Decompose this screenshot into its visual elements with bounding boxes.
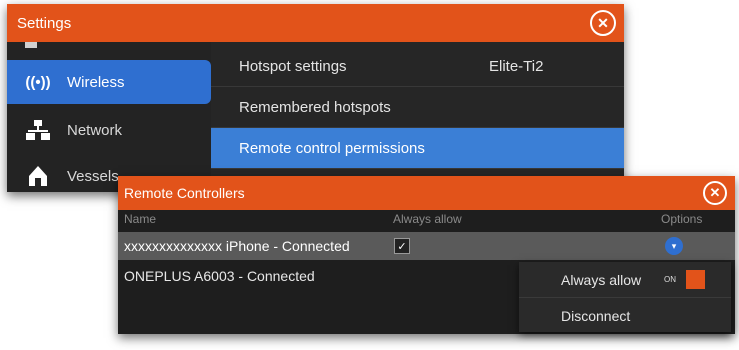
settings-window: Settings ✕ ((•)) Wireless Network Vessel… (7, 4, 624, 192)
remote-titlebar: Remote Controllers ✕ (118, 176, 735, 210)
popup-item-label: Disconnect (561, 307, 631, 324)
menu-item-label: Remembered hotspots (239, 98, 391, 116)
scroll-indicator (25, 42, 37, 48)
sidebar-item-label: Vessels (67, 167, 119, 185)
network-icon (21, 120, 55, 140)
sidebar-item-network[interactable]: Network (7, 108, 122, 152)
device-name: ONEPLUS A6003 - Connected (124, 268, 315, 284)
close-icon[interactable]: ✕ (590, 10, 616, 36)
sidebar-item-vessels[interactable]: Vessels (7, 154, 119, 192)
column-header-always-allow: Always allow (393, 212, 462, 226)
always-allow-toggle[interactable] (686, 270, 705, 289)
sidebar-item-label: Network (67, 121, 123, 139)
column-header-options: Options (661, 212, 703, 226)
menu-item-hotspot-settings[interactable]: Hotspot settings Elite-Ti2 (211, 46, 624, 87)
options-popup: Always allow ON Disconnect (519, 262, 731, 332)
always-allow-checkbox[interactable]: ✓ (394, 238, 410, 254)
toggle-state-text: ON (664, 275, 676, 284)
vessel-icon (21, 166, 55, 186)
menu-item-value: Elite-Ti2 (489, 57, 544, 75)
column-header-name: Name (124, 212, 157, 226)
menu-item-label: Hotspot settings (239, 57, 347, 75)
settings-titlebar: Settings ✕ (7, 4, 624, 42)
table-row[interactable]: xxxxxxxxxxxxxx iPhone - Connected ✓ ▾ (118, 232, 735, 260)
menu-item-remote-control-permissions[interactable]: Remote control permissions (211, 128, 624, 169)
popup-item-disconnect[interactable]: Disconnect (519, 297, 731, 333)
sidebar-item-wireless[interactable]: ((•)) Wireless (7, 60, 211, 104)
sidebar-item-label: Wireless (67, 73, 125, 91)
menu-item-label: Remote control permissions (239, 139, 425, 157)
options-chevron-icon[interactable]: ▾ (665, 237, 683, 255)
menu-item-remembered-hotspots[interactable]: Remembered hotspots (211, 87, 624, 128)
settings-sidebar: ((•)) Wireless Network Vessels (7, 42, 211, 192)
settings-title: Settings (17, 14, 72, 32)
close-icon[interactable]: ✕ (703, 181, 727, 205)
wireless-icon: ((•)) (25, 73, 51, 91)
settings-content: Hotspot settings Elite-Ti2 Remembered ho… (211, 42, 624, 192)
device-name: xxxxxxxxxxxxxx iPhone - Connected (124, 238, 350, 254)
popup-item-always-allow[interactable]: Always allow ON (519, 262, 731, 297)
remote-title: Remote Controllers (124, 185, 245, 201)
popup-item-label: Always allow (561, 271, 642, 288)
